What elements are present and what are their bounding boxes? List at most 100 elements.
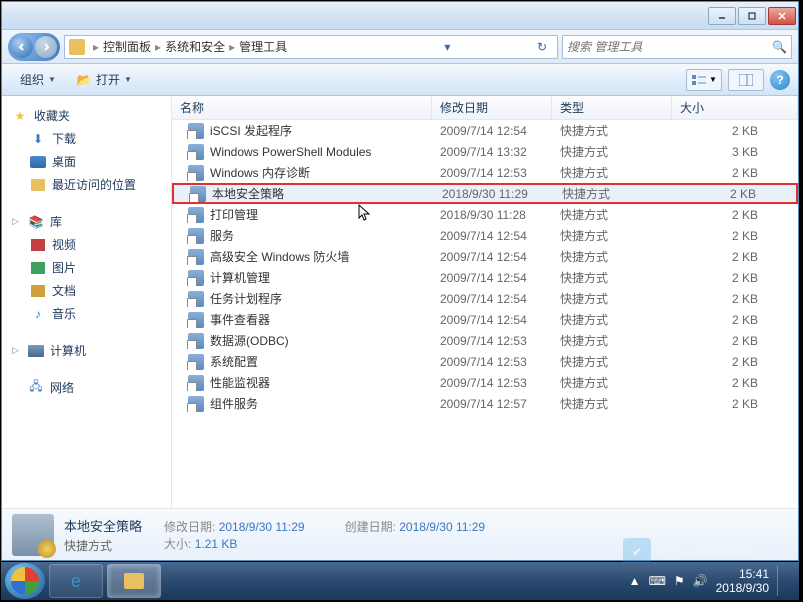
sidebar-item-music[interactable]: ♪音乐: [6, 302, 167, 325]
sidebar-item-desktop[interactable]: 桌面: [6, 150, 167, 173]
breadcrumb-item[interactable]: 系统和安全: [165, 38, 225, 55]
tray-volume-icon[interactable]: 🔊: [693, 574, 708, 588]
system-tray: ▲ ⌨ ⚑ 🔊 15:41 2018/9/30: [621, 566, 795, 596]
close-button[interactable]: [768, 7, 796, 25]
shortcut-icon: [188, 312, 204, 328]
view-options-button[interactable]: ▼: [686, 69, 722, 91]
taskbar-explorer[interactable]: [107, 564, 161, 598]
file-row[interactable]: 任务计划程序2009/7/14 12:54快捷方式2 KB: [172, 288, 798, 309]
sidebar-item-recent[interactable]: 最近访问的位置: [6, 173, 167, 196]
file-date: 2009/7/14 12:57: [432, 397, 552, 411]
shortcut-icon: [188, 207, 204, 223]
file-row[interactable]: 性能监视器2009/7/14 12:53快捷方式2 KB: [172, 372, 798, 393]
breadcrumb-item[interactable]: 控制面板: [103, 38, 151, 55]
minimize-button[interactable]: [708, 7, 736, 25]
file-date: 2018/9/30 11:29: [434, 187, 554, 201]
column-type[interactable]: 类型: [552, 96, 672, 119]
breadcrumb-item[interactable]: 管理工具: [239, 38, 287, 55]
tray-show-hidden-icon[interactable]: ▲: [629, 574, 641, 588]
file-type: 快捷方式: [554, 185, 674, 202]
breadcrumb-dropdown-icon[interactable]: ▾: [436, 36, 458, 58]
back-button[interactable]: [11, 36, 33, 58]
file-type: 快捷方式: [552, 227, 672, 244]
column-date[interactable]: 修改日期: [432, 96, 552, 119]
tray-keyboard-icon[interactable]: ⌨: [649, 574, 666, 588]
file-size: 2 KB: [672, 397, 798, 411]
search-icon[interactable]: 🔍: [772, 40, 787, 54]
breadcrumb[interactable]: ▸ 控制面板 ▸ 系统和安全 ▸ 管理工具 ▾ ↻: [64, 35, 558, 59]
file-name: 数据源(ODBC): [210, 332, 289, 349]
sidebar-network[interactable]: 🖧网络: [6, 376, 167, 399]
file-date: 2009/7/14 12:54: [432, 124, 552, 138]
library-icon: 📚: [28, 214, 44, 230]
file-list[interactable]: iSCSI 发起程序2009/7/14 12:54快捷方式2 KBWindows…: [172, 120, 798, 508]
file-type: 快捷方式: [552, 290, 672, 307]
file-type: 快捷方式: [552, 311, 672, 328]
network-icon: 🖧: [28, 380, 44, 396]
file-type: 快捷方式: [552, 332, 672, 349]
download-icon: ⬇: [30, 131, 46, 147]
tray-clock[interactable]: 15:41 2018/9/30: [716, 567, 769, 596]
shortcut-icon: [188, 375, 204, 391]
file-size: 2 KB: [672, 313, 798, 327]
column-name[interactable]: 名称: [172, 96, 432, 119]
file-date: 2009/7/14 12:54: [432, 229, 552, 243]
file-row[interactable]: 系统配置2009/7/14 12:53快捷方式2 KB: [172, 351, 798, 372]
file-row[interactable]: 高级安全 Windows 防火墙2009/7/14 12:54快捷方式2 KB: [172, 246, 798, 267]
tray-action-center-icon[interactable]: ⚑: [674, 574, 685, 588]
shortcut-icon: [188, 165, 204, 181]
shortcut-icon: [188, 270, 204, 286]
shortcut-icon: [188, 228, 204, 244]
sidebar-computer[interactable]: ▷计算机: [6, 339, 167, 362]
windows-logo-icon: [11, 567, 39, 595]
details-subtitle: 快捷方式: [64, 537, 142, 554]
shortcut-icon: [188, 291, 204, 307]
maximize-button[interactable]: [738, 7, 766, 25]
shortcut-icon: [188, 123, 204, 139]
forward-button[interactable]: [35, 36, 57, 58]
sidebar-item-downloads[interactable]: ⬇下载: [6, 127, 167, 150]
sidebar-item-documents[interactable]: 文档: [6, 279, 167, 302]
help-button[interactable]: ?: [770, 70, 790, 90]
file-row[interactable]: 打印管理2018/9/30 11:28快捷方式2 KB: [172, 204, 798, 225]
file-type: 快捷方式: [552, 143, 672, 160]
start-button[interactable]: [5, 563, 45, 599]
file-name: Windows PowerShell Modules: [210, 145, 371, 159]
open-button[interactable]: 📂打开▼: [66, 67, 142, 92]
sidebar-favorites[interactable]: ★收藏夹: [6, 104, 167, 127]
file-row[interactable]: 数据源(ODBC)2009/7/14 12:53快捷方式2 KB: [172, 330, 798, 351]
music-icon: ♪: [30, 306, 46, 322]
sidebar-libraries[interactable]: ▷📚库: [6, 210, 167, 233]
shortcut-icon: [188, 249, 204, 265]
command-bar: 组织▼ 📂打开▼ ▼ ?: [2, 64, 798, 96]
file-row[interactable]: 计算机管理2009/7/14 12:54快捷方式2 KB: [172, 267, 798, 288]
refresh-icon[interactable]: ↻: [531, 36, 553, 58]
show-desktop-button[interactable]: [777, 566, 787, 596]
organize-menu[interactable]: 组织▼: [10, 67, 66, 92]
navigation-pane: ★收藏夹 ⬇下载 桌面 最近访问的位置 ▷📚库 视频 图片 文档 ♪音乐 ▷计算…: [2, 96, 172, 508]
file-row[interactable]: 本地安全策略2018/9/30 11:29快捷方式2 KB: [172, 183, 798, 204]
file-row[interactable]: Windows PowerShell Modules2009/7/14 13:3…: [172, 141, 798, 162]
file-row[interactable]: Windows 内存诊断2009/7/14 12:53快捷方式2 KB: [172, 162, 798, 183]
taskbar-ie[interactable]: e: [49, 564, 103, 598]
file-size: 2 KB: [672, 229, 798, 243]
file-type: 快捷方式: [552, 164, 672, 181]
file-date: 2018/9/30 11:28: [432, 208, 552, 222]
sidebar-item-videos[interactable]: 视频: [6, 233, 167, 256]
file-name: 任务计划程序: [210, 290, 282, 307]
file-row[interactable]: iSCSI 发起程序2009/7/14 12:54快捷方式2 KB: [172, 120, 798, 141]
file-name: 高级安全 Windows 防火墙: [210, 248, 349, 265]
search-input[interactable]: [567, 40, 772, 54]
picture-icon: [30, 260, 46, 276]
search-box[interactable]: 🔍: [562, 35, 792, 59]
file-row[interactable]: 事件查看器2009/7/14 12:54快捷方式2 KB: [172, 309, 798, 330]
details-pane: 本地安全策略 快捷方式 修改日期: 2018/9/30 11:29 大小: 1.…: [2, 508, 798, 560]
preview-pane-button[interactable]: [728, 69, 764, 91]
explorer-icon: [124, 573, 144, 589]
file-row[interactable]: 服务2009/7/14 12:54快捷方式2 KB: [172, 225, 798, 246]
sidebar-item-pictures[interactable]: 图片: [6, 256, 167, 279]
file-row[interactable]: 组件服务2009/7/14 12:57快捷方式2 KB: [172, 393, 798, 414]
column-size[interactable]: 大小: [672, 96, 798, 119]
titlebar: [2, 2, 798, 30]
column-headers: 名称 修改日期 类型 大小: [172, 96, 798, 120]
